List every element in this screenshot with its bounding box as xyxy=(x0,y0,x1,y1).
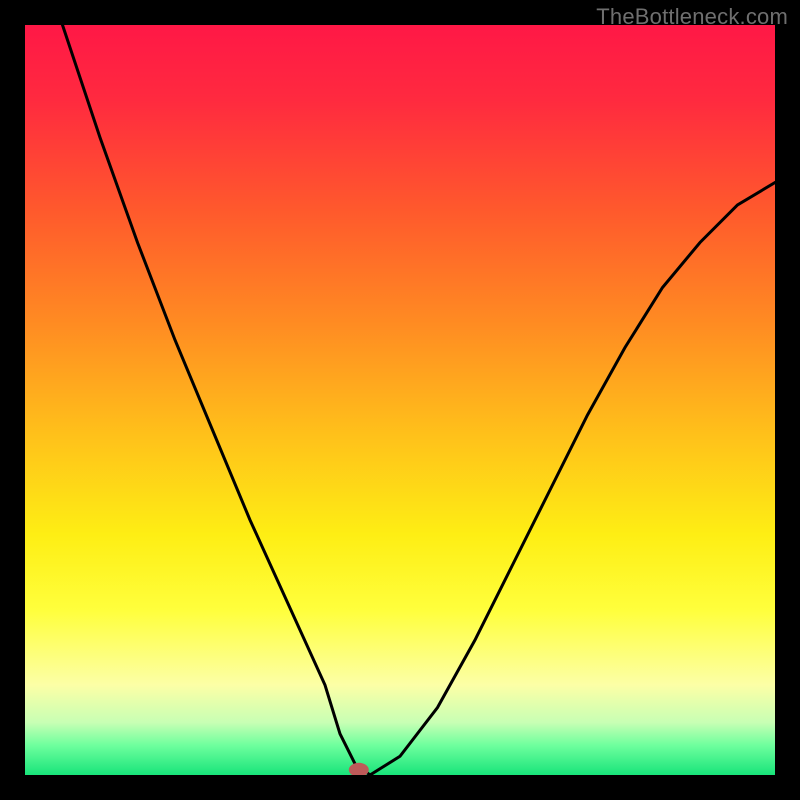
plot-area xyxy=(25,25,775,775)
chart-svg xyxy=(25,25,775,775)
marker-dot xyxy=(349,763,369,775)
curve-path xyxy=(63,25,776,775)
chart-frame: TheBottleneck.com xyxy=(0,0,800,800)
